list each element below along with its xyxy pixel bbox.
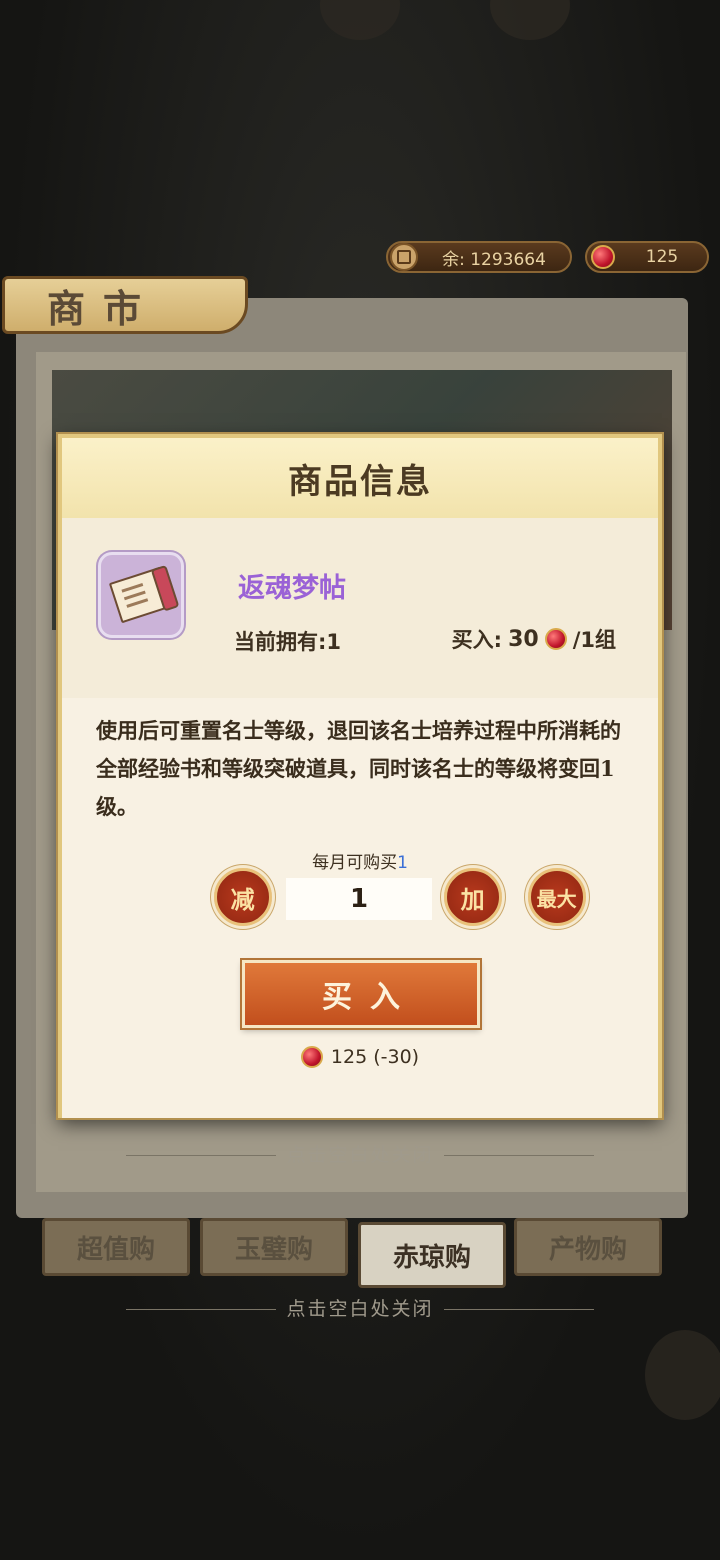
monthly-limit-value: 1 — [397, 853, 408, 873]
item-icon-frame — [98, 552, 184, 638]
tab-jade-buy[interactable]: 玉璧购 — [200, 1218, 348, 1276]
monthly-limit-label: 每月可购买 — [312, 853, 398, 873]
tab-red-gem-buy[interactable]: 赤琼购 — [358, 1222, 506, 1288]
shop-title: 商市 — [2, 276, 248, 334]
silver-currency: 余: 1293664 — [386, 241, 572, 273]
max-label: 最大 — [537, 886, 577, 911]
item-name: 返魂梦帖 — [238, 573, 346, 604]
dialog-header: 商品信息 — [62, 438, 658, 518]
red-gem-icon — [544, 628, 567, 650]
item-info-dialog: 商品信息 返魂梦帖 当前拥有:1 买入: 30 /1组 使用后可重置名士等级，退… — [58, 434, 662, 1118]
close-hint-outer[interactable]: 点击空白处关闭 — [0, 1294, 720, 1321]
red-gem-icon — [300, 1046, 323, 1068]
scroll-icon — [108, 566, 174, 624]
owned-count: 当前拥有:1 — [234, 630, 342, 654]
total-cost: 125 (-30) — [62, 1046, 658, 1068]
quantity-input[interactable] — [286, 878, 432, 920]
increase-label: 加 — [461, 885, 485, 914]
silver-coin-icon — [390, 243, 418, 271]
price-info: 买入: 30 /1组 — [452, 624, 616, 654]
price-label: 买入: — [451, 628, 503, 652]
price-value: 30 — [508, 626, 539, 652]
close-hint[interactable]: 点击空白处关闭 — [0, 1140, 720, 1167]
item-description: 使用后可重置名士等级，退回该名士培养过程中所消耗的全部经验书和等级突破道具，同时… — [96, 718, 621, 819]
silver-amount: 余: 1293664 — [442, 249, 546, 270]
dialog-title: 商品信息 — [288, 461, 432, 502]
buy-button[interactable]: 买入 — [242, 960, 480, 1028]
gem-amount: 125 — [645, 247, 679, 267]
red-gem-icon — [591, 245, 615, 269]
background-ornament — [645, 1330, 720, 1420]
cost-text: 125 (-30) — [330, 1046, 420, 1068]
tab-produce-buy[interactable]: 产物购 — [514, 1218, 662, 1276]
price-unit: /1组 — [572, 628, 616, 652]
tab-value-buy[interactable]: 超值购 — [42, 1218, 190, 1276]
gem-currency: 125 — [585, 241, 709, 273]
decrease-label: 减 — [231, 885, 255, 914]
